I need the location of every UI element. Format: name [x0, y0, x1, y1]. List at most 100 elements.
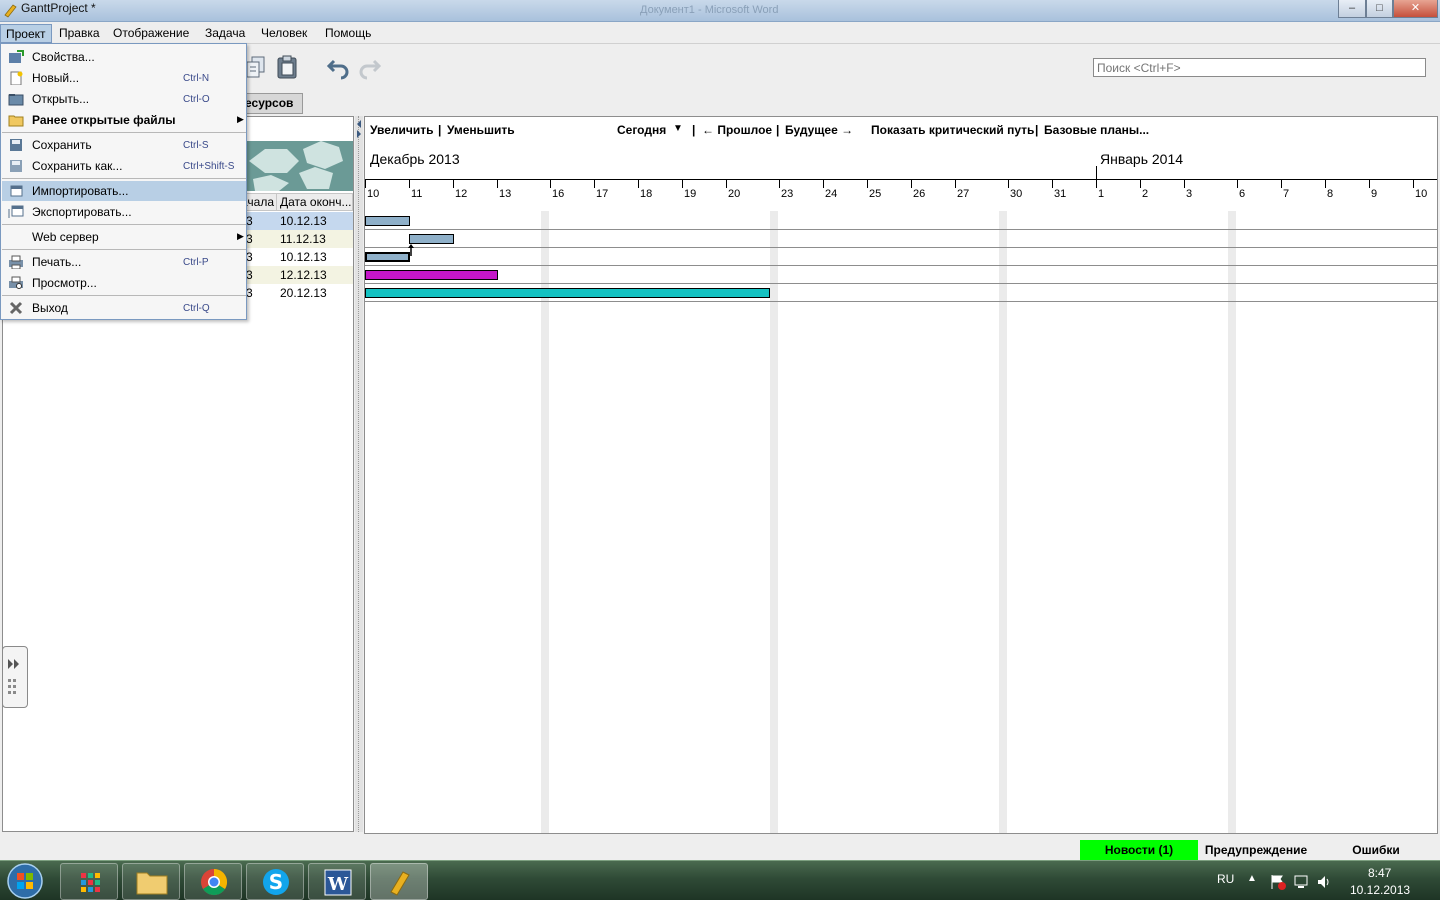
menu-item-exit[interactable]: Выход Ctrl-Q: [2, 298, 246, 318]
news-button[interactable]: Новости (1): [1080, 840, 1198, 860]
zoom-out-link[interactable]: Уменьшить: [447, 123, 515, 137]
nav-separator: |: [1035, 123, 1039, 137]
day-tick: [1325, 180, 1326, 188]
menu-item-print[interactable]: Печать... Ctrl-P: [2, 252, 246, 272]
month-label: Декабрь 2013: [370, 151, 460, 167]
maximize-button[interactable]: □: [1366, 0, 1393, 18]
action-center-icon[interactable]: [1270, 874, 1286, 890]
end-date-cell: 20.12.13: [280, 286, 327, 300]
menu-item-label: Сохранить как...: [32, 159, 123, 173]
expand-right-icon[interactable]: [3, 647, 27, 707]
clock-time[interactable]: 8:47: [1368, 866, 1391, 880]
day-axis: 10 11 12 13 16 17 18 19 20 23 24 25 26 2…: [365, 166, 1437, 211]
baselines-link[interactable]: Базовые планы...: [1044, 123, 1149, 137]
clock-date[interactable]: 10.12.2013: [1350, 883, 1410, 897]
today-button[interactable]: Сегодня: [617, 123, 666, 137]
side-panel-handle[interactable]: [2, 646, 28, 708]
menu-item-web-server[interactable]: Web сервер ▶: [2, 227, 246, 247]
task-bar[interactable]: [365, 252, 410, 262]
menu-edit[interactable]: Правка: [54, 24, 105, 43]
past-link[interactable]: ← Прошлое: [702, 123, 772, 137]
paste-icon[interactable]: [274, 54, 300, 80]
warning-button[interactable]: Предупреждение: [1198, 840, 1314, 860]
menu-item-label: Печать...: [32, 255, 82, 269]
end-date-cell: 10.12.13: [280, 250, 327, 264]
day-tick: [409, 180, 410, 188]
save-icon: [10, 139, 22, 151]
search-input[interactable]: [1093, 58, 1426, 77]
close-button[interactable]: ✕: [1393, 0, 1438, 18]
menu-separator: [2, 249, 246, 250]
taskbar-chrome[interactable]: [184, 863, 242, 900]
menu-item-import[interactable]: Импортировать...: [2, 181, 246, 201]
task-bar[interactable]: [365, 270, 498, 280]
menu-item-recent-files[interactable]: Ранее открытые файлы ▶: [2, 110, 246, 130]
menu-bar: Проект Правка Отображение Задача Человек…: [0, 22, 1440, 44]
menu-item-open[interactable]: Открыть... Ctrl-O: [2, 89, 246, 109]
day-label: 16: [552, 188, 565, 200]
exit-icon: [9, 301, 23, 315]
day-tick: [867, 180, 868, 188]
taskbar-skype[interactable]: S: [246, 863, 304, 900]
task-bar[interactable]: [365, 288, 770, 298]
menu-view[interactable]: Отображение: [108, 24, 194, 43]
task-bar[interactable]: [365, 216, 410, 226]
undo-icon[interactable]: [326, 54, 352, 80]
nav-separator: |: [692, 123, 696, 137]
day-label: 2: [1142, 188, 1149, 200]
background-window-title: Документ1 - Microsoft Word: [640, 4, 779, 16]
menu-help[interactable]: Помощь: [320, 24, 376, 43]
day-label: 18: [640, 188, 653, 200]
column-header-end-date[interactable]: Дата оконч...: [277, 194, 353, 211]
menu-item-print-preview[interactable]: Просмотр...: [2, 273, 246, 293]
start-button-icon[interactable]: [2, 861, 48, 900]
chevron-down-icon[interactable]: ▼: [673, 123, 683, 134]
day-tick: [1008, 180, 1009, 188]
panel-splitter[interactable]: [355, 116, 363, 832]
copy-icon[interactable]: [244, 54, 270, 80]
title-bar: GanttProject * Документ1 - Microsoft Wor…: [0, 0, 1440, 22]
day-tick: [1096, 166, 1097, 180]
end-date-cell: 10.12.13: [280, 214, 327, 228]
network-icon[interactable]: [1293, 874, 1309, 890]
window-title: GanttProject *: [21, 1, 96, 15]
ganttproject-icon: [390, 871, 410, 896]
taskbar-word[interactable]: W: [308, 863, 366, 900]
menu-item-new[interactable]: Новый... Ctrl-N: [2, 68, 246, 88]
redo-icon[interactable]: [356, 54, 382, 80]
minimize-button[interactable]: –: [1338, 0, 1366, 18]
collapse-left-icon[interactable]: [355, 118, 363, 138]
critical-path-link[interactable]: Показать критический путь: [871, 123, 1034, 137]
language-indicator[interactable]: RU: [1217, 872, 1234, 886]
menu-human[interactable]: Человек: [256, 24, 312, 43]
taskbar-app-launcher[interactable]: [60, 863, 118, 900]
nav-separator: |: [438, 123, 442, 137]
menu-project[interactable]: Проект: [0, 24, 52, 43]
menu-separator: [2, 178, 246, 179]
start-date-cell: 3: [246, 286, 253, 300]
menu-item-properties[interactable]: Свойства...: [2, 47, 246, 67]
future-link[interactable]: Будущее →: [785, 123, 853, 137]
menu-item-save[interactable]: Сохранить Ctrl-S: [2, 135, 246, 155]
taskbar-ganttproject[interactable]: [370, 863, 428, 900]
menu-item-export[interactable]: Экспортировать...: [2, 202, 246, 222]
skype-icon: S: [263, 869, 289, 895]
day-label: 7: [1283, 188, 1290, 200]
show-hidden-icons-icon[interactable]: ▲: [1247, 873, 1257, 884]
menu-item-shortcut: Ctrl-P: [183, 257, 209, 268]
day-label: 9: [1371, 188, 1378, 200]
row-divider: [365, 265, 1437, 266]
taskbar-explorer[interactable]: [122, 863, 180, 900]
zoom-in-link[interactable]: Увеличить: [370, 123, 434, 137]
volume-icon[interactable]: [1316, 874, 1332, 890]
day-tick: [1281, 180, 1282, 188]
menu-item-save-as[interactable]: Сохранить как... Ctrl+Shift-S: [2, 156, 246, 176]
day-label: 19: [684, 188, 697, 200]
day-label: 17: [596, 188, 609, 200]
weekend-column: [999, 211, 1007, 833]
menu-task[interactable]: Задача: [200, 24, 250, 43]
day-tick: [823, 180, 824, 188]
errors-button[interactable]: Ошибки: [1340, 840, 1412, 860]
day-label: 24: [825, 188, 838, 200]
new-file-icon: [10, 71, 23, 85]
